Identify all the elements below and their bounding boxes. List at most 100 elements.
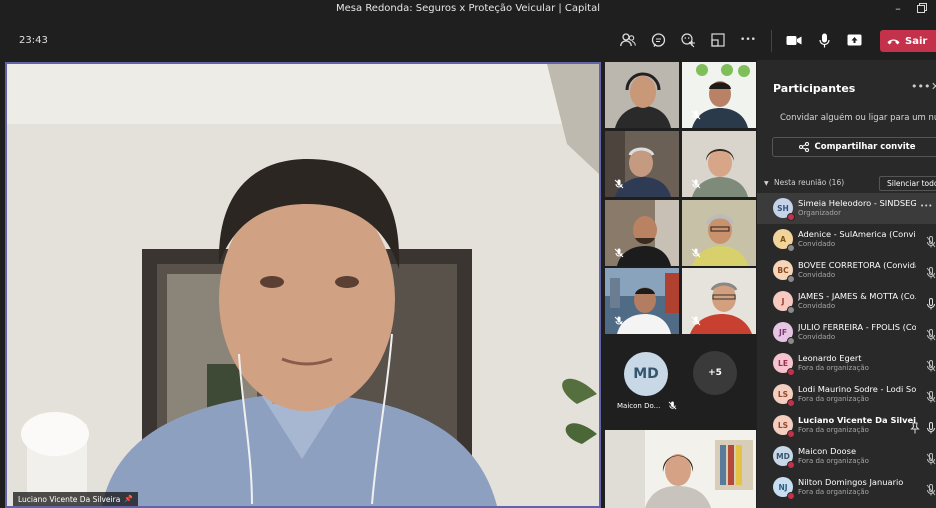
leave-button[interactable]: Sair <box>880 30 936 52</box>
participant-role: Fora da organização <box>798 457 869 465</box>
participant-role: Fora da organização <box>798 488 869 496</box>
participant-row[interactable]: MD Maicon Doose Fora da organização <box>757 441 936 472</box>
participant-more-icon[interactable]: ••• <box>920 202 932 214</box>
participant-name: Luciano Vicente Da Silvei... <box>798 415 916 425</box>
toolbar-divider <box>771 30 772 52</box>
share-screen-icon[interactable] <box>844 30 864 50</box>
invite-input[interactable]: Convidar alguém ou ligar para um núme <box>780 113 936 127</box>
mute-all-button[interactable]: Silenciar todos <box>879 176 936 191</box>
participant-name: Lodi Maurino Sodre - Lodi So... <box>798 384 916 394</box>
participant-name: Nilton Domingos Januario <box>798 477 904 487</box>
participant-row[interactable]: A Adenice - SulAmerica (Convid... Convidad… <box>757 224 936 255</box>
share-icon <box>798 142 809 152</box>
presence-status-icon <box>787 368 795 376</box>
participants-icon[interactable] <box>618 30 638 50</box>
panel-title: Participantes <box>773 82 856 95</box>
participant-role: Fora da organização <box>798 426 869 434</box>
video-tile[interactable] <box>682 131 756 197</box>
participant-video <box>605 430 756 508</box>
hang-up-icon <box>887 39 900 44</box>
participant-name: Leonardo Egert <box>798 353 862 363</box>
participant-role: Convidado <box>798 333 836 341</box>
participant-row[interactable]: BC BOVEE CORRETORA (Convida... Convidado <box>757 255 936 286</box>
more-actions-icon[interactable]: ••• <box>738 30 758 50</box>
title-bar: Mesa Redonda: Seguros x Proteção Veicula… <box>0 0 936 20</box>
mic-off-icon <box>691 179 701 189</box>
mic-off-icon[interactable] <box>926 481 936 496</box>
mic-off-icon[interactable] <box>926 233 936 248</box>
mic-off-icon <box>668 401 677 410</box>
participant-role: Fora da organização <box>798 395 869 403</box>
participant-name: Adenice - SulAmerica (Convid... <box>798 229 916 239</box>
participant-name: JAMES - JAMES & MOTTA (Co... <box>798 291 916 301</box>
section-header[interactable]: ▼ Nesta reunião (16) <box>764 178 844 187</box>
avatar-tile[interactable]: MD Maicon Do... <box>605 340 689 420</box>
speaker-video-frame <box>7 64 599 506</box>
participant-role: Convidado <box>798 240 836 248</box>
video-tile[interactable] <box>605 131 679 197</box>
video-tile[interactable] <box>605 200 679 266</box>
video-tile[interactable] <box>682 200 756 266</box>
participant-row[interactable]: JF JULIO FERREIRA - FPOLIS (Co... Convidad… <box>757 317 936 348</box>
video-tile[interactable] <box>605 268 679 334</box>
mic-off-icon[interactable] <box>926 388 936 403</box>
mic-off-icon <box>614 248 624 258</box>
presence-status-icon <box>787 244 795 252</box>
mic-off-icon[interactable] <box>926 450 936 465</box>
mic-off-icon[interactable] <box>926 357 936 372</box>
pin-icon: 📌 <box>124 495 134 503</box>
speaker-name-tag: Luciano Vicente Da Silveira 📌 <box>13 492 139 506</box>
participant-name: JULIO FERREIRA - FPOLIS (Co... <box>798 322 916 332</box>
meeting-toolbar: 23:43 ••• Sair <box>0 20 936 60</box>
share-invite-label: Compartilhar convite <box>814 142 916 152</box>
participant-role: Convidado <box>798 302 836 310</box>
mic-off-icon[interactable] <box>926 264 936 279</box>
participant-row[interactable]: LE Leonardo Egert Fora da organização <box>757 348 936 379</box>
participant-video <box>605 62 679 128</box>
window-title: Mesa Redonda: Seguros x Proteção Veicula… <box>336 3 600 14</box>
mic-off-icon[interactable] <box>926 326 936 341</box>
presence-status-icon <box>787 461 795 469</box>
panel-more-icon[interactable]: ••• <box>911 80 930 93</box>
participant-name: Maicon Doose <box>798 446 857 456</box>
participant-name: BOVEE CORRETORA (Convida... <box>798 260 916 270</box>
participants-panel: Participantes ••• ✕ Convidar alguém ou l… <box>757 60 936 508</box>
mic-on-icon[interactable] <box>926 295 936 310</box>
participant-row[interactable]: LS Luciano Vicente Da Silvei... Fora da or… <box>757 410 936 441</box>
presence-status-icon <box>787 306 795 314</box>
participant-role: Organizador <box>798 209 841 217</box>
mic-off-icon <box>691 248 701 258</box>
main-speaker-video[interactable]: Luciano Vicente Da Silveira 📌 <box>5 62 601 508</box>
video-tile[interactable] <box>682 62 756 128</box>
participant-row[interactable]: J JAMES - JAMES & MOTTA (Co... Convidado <box>757 286 936 317</box>
chat-icon[interactable] <box>648 30 668 50</box>
video-tile[interactable] <box>605 62 679 128</box>
microphone-icon[interactable] <box>814 30 834 50</box>
participant-role: Convidado <box>798 271 836 279</box>
mic-off-icon <box>691 110 701 120</box>
participant-role: Fora da organização <box>798 364 869 372</box>
presence-status-icon <box>787 430 795 438</box>
share-invite-button[interactable]: Compartilhar convite <box>772 137 936 157</box>
participant-row[interactable]: NJ Nilton Domingos Januario Fora da organi… <box>757 472 936 503</box>
restore-icon[interactable] <box>915 3 929 15</box>
pin-icon[interactable] <box>910 419 920 434</box>
chevron-down-icon: ▼ <box>764 180 769 187</box>
video-tile[interactable] <box>682 268 756 334</box>
mic-on-icon[interactable] <box>926 419 936 434</box>
participant-row[interactable]: SH Simeia Heleodoro - SINDSEG... Organizad… <box>757 193 936 224</box>
participant-name: Simeia Heleodoro - SINDSEG... <box>798 198 916 208</box>
avatar: MD <box>624 352 668 396</box>
rooms-icon[interactable] <box>708 30 728 50</box>
reactions-icon[interactable] <box>678 30 698 50</box>
close-icon[interactable]: ✕ <box>931 80 936 93</box>
presence-status-icon <box>787 337 795 345</box>
avatar-tile-name: Maicon Do... <box>617 402 661 410</box>
mic-off-icon <box>614 316 624 326</box>
participant-row[interactable]: LS Lodi Maurino Sodre - Lodi So... Fora da… <box>757 379 936 410</box>
more-participants-button[interactable]: +5 <box>693 351 737 395</box>
presence-status-icon <box>787 399 795 407</box>
camera-icon[interactable] <box>784 30 804 50</box>
minimize-icon[interactable]: – <box>891 3 905 15</box>
video-tile[interactable] <box>605 430 756 508</box>
